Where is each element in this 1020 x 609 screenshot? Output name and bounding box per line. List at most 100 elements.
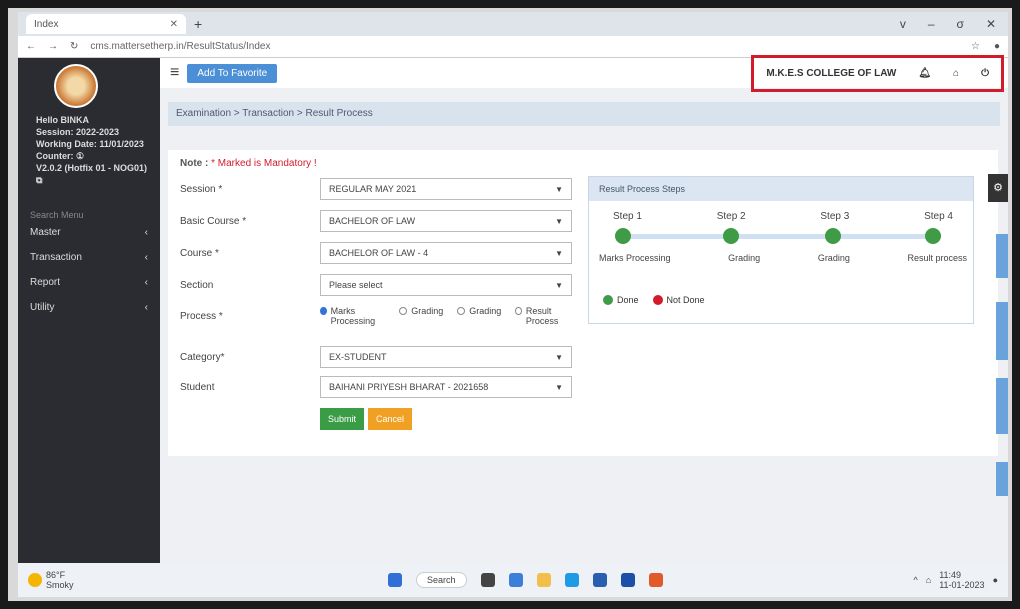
forward-icon[interactable]: → xyxy=(48,41,58,52)
minimize-icon[interactable]: – xyxy=(928,17,935,31)
sync-icon[interactable]: ⧉ xyxy=(18,174,160,186)
maximize-icon[interactable]: σ xyxy=(957,17,964,31)
radio-result-process[interactable]: Result Process xyxy=(515,306,572,326)
weather-text: 86°F Smoky xyxy=(46,570,74,590)
legend-done: Done xyxy=(603,295,639,305)
side-tab-3[interactable] xyxy=(996,378,1008,434)
section-value: Please select xyxy=(329,280,383,290)
section-row: Section Please select ▼ xyxy=(180,274,572,296)
chrome-icon[interactable] xyxy=(648,573,663,587)
step-name: Result process xyxy=(907,253,967,263)
task-view-icon[interactable] xyxy=(480,573,495,587)
bookmark-icon[interactable]: ☆ xyxy=(971,41,980,52)
bell-icon[interactable]: 🔔︎ xyxy=(918,68,931,79)
reload-icon[interactable]: ↻ xyxy=(70,41,78,52)
chevron-left-icon: ‹ xyxy=(144,277,148,288)
chevron-down-icon: ▼ xyxy=(555,248,563,258)
chat-icon[interactable] xyxy=(508,573,523,587)
start-icon[interactable] xyxy=(388,573,402,587)
process-radio-group: Marks Processing Grading Grading Result … xyxy=(320,306,572,326)
sidebar-item-transaction[interactable]: Transaction ‹ xyxy=(18,245,160,270)
step-label: Step 3 xyxy=(820,211,850,222)
legend-label: Not Done xyxy=(666,295,705,305)
app-body: Hello BINKA Session: 2022-2023 Working D… xyxy=(18,54,1008,563)
home-icon[interactable]: ⌂ xyxy=(953,68,959,79)
store-icon[interactable] xyxy=(592,573,607,587)
basic-course-row: Basic Course * BACHELOR OF LAW ▼ xyxy=(180,210,572,232)
basic-course-label: Basic Course * xyxy=(180,215,247,227)
submit-button[interactable]: Submit xyxy=(320,408,365,430)
weather-sun-icon xyxy=(28,573,42,587)
close-tab-icon[interactable]: ✕ xyxy=(170,19,178,30)
side-tab-1[interactable] xyxy=(996,234,1008,278)
side-tab-2[interactable] xyxy=(996,302,1008,360)
chevron-left-icon: ‹ xyxy=(144,252,148,263)
college-header: M.K.E.S COLLEGE OF LAW 🔔︎ ⌂ ⏻ xyxy=(751,54,1004,92)
hamburger-icon[interactable]: ≡ xyxy=(170,64,179,82)
done-dot-icon xyxy=(603,295,613,305)
taskbar-apps: Search xyxy=(388,572,663,588)
browser-tabbar: Index ✕ + v – σ ✕ xyxy=(18,12,1008,36)
step-name: Grading xyxy=(728,253,761,263)
clock-time: 11:49 xyxy=(939,570,962,580)
session-label: Session * xyxy=(180,183,223,195)
radio-grading[interactable]: Grading xyxy=(399,306,443,326)
step-name: Grading xyxy=(817,253,850,263)
session-select[interactable]: REGULAR MAY 2021 ▼ xyxy=(320,178,572,200)
sidebar-search-menu[interactable]: Search Menu xyxy=(18,210,160,220)
section-select[interactable]: Please select ▼ xyxy=(320,274,572,296)
student-value: BAIHANI PRIYESH BHARAT - 2021658 xyxy=(329,382,489,392)
cancel-button[interactable]: Cancel xyxy=(368,408,413,430)
sidebar-item-label: Master xyxy=(30,227,61,238)
result-process-card: Note : * Marked is Mandatory ! Session *… xyxy=(168,150,998,456)
college-name: M.K.E.S COLLEGE OF LAW xyxy=(766,67,897,79)
note-prefix: Note : xyxy=(180,158,212,169)
close-window-icon[interactable]: ✕ xyxy=(986,17,996,31)
sidebar-item-report[interactable]: Report ‹ xyxy=(18,270,160,295)
tray-chevron-icon[interactable]: ^ xyxy=(914,575,918,585)
word-icon[interactable] xyxy=(620,573,635,587)
side-tab-4[interactable] xyxy=(996,462,1008,496)
edge-icon[interactable] xyxy=(564,573,579,587)
radio-grading-2[interactable]: Grading xyxy=(457,306,501,326)
chevron-left-icon: ‹ xyxy=(144,302,148,313)
student-row: Student BAIHANI PRIYESH BHARAT - 2021658… xyxy=(180,376,572,398)
radio-marks-processing[interactable]: Marks Processing xyxy=(320,306,385,326)
add-to-favorite-button[interactable]: Add To Favorite xyxy=(187,63,278,83)
network-icon[interactable]: ⌂ xyxy=(926,575,931,585)
tab-search-icon[interactable]: v xyxy=(900,17,906,31)
sidebar-item-label: Report xyxy=(30,277,61,288)
category-select[interactable]: EX-STUDENT ▼ xyxy=(320,346,572,368)
student-select[interactable]: BAIHANI PRIYESH BHARAT - 2021658 ▼ xyxy=(320,376,572,398)
steps-legend: Done Not Done xyxy=(603,295,705,305)
mandatory-note: Note : * Marked is Mandatory ! xyxy=(180,158,317,169)
settings-gear-icon[interactable]: ⚙ xyxy=(988,174,1008,202)
browser-tab[interactable]: Index ✕ xyxy=(26,14,186,34)
power-icon[interactable]: ⏻ xyxy=(981,68,989,79)
notification-icon[interactable]: ● xyxy=(993,575,998,585)
radio-label: Grading xyxy=(411,306,444,316)
category-value: EX-STUDENT xyxy=(329,352,387,362)
basic-course-select[interactable]: BACHELOR OF LAW ▼ xyxy=(320,210,572,232)
back-icon[interactable]: ← xyxy=(26,41,36,52)
category-row: Category* EX-STUDENT ▼ xyxy=(180,346,572,368)
form-actions: Submit Cancel xyxy=(320,408,413,430)
step-names: Marks Processing Grading Grading Result … xyxy=(599,253,967,263)
clock[interactable]: 11:49 11-01-2023 xyxy=(939,570,984,590)
step-label: Step 2 xyxy=(716,211,746,222)
profile-icon[interactable]: ● xyxy=(994,41,1000,52)
student-label: Student xyxy=(180,381,215,393)
result-process-steps-panel: Result Process Steps Step 1 Step 2 Step … xyxy=(588,176,974,324)
new-tab-icon[interactable]: + xyxy=(194,16,202,32)
session-row: Session * REGULAR MAY 2021 ▼ xyxy=(180,178,572,200)
weather-widget[interactable]: 86°F Smoky xyxy=(28,570,74,590)
sidebar-item-label: Utility xyxy=(30,302,55,313)
course-select[interactable]: BACHELOR OF LAW - 4 ▼ xyxy=(320,242,572,264)
url-field[interactable]: cms.mattersetherp.in/ResultStatus/Index xyxy=(90,41,270,52)
sidebar-item-utility[interactable]: Utility ‹ xyxy=(18,295,160,320)
sidebar-item-master[interactable]: Master ‹ xyxy=(18,220,160,245)
taskbar-search[interactable]: Search xyxy=(416,572,467,588)
radio-unchecked-icon xyxy=(457,307,466,315)
file-explorer-icon[interactable] xyxy=(536,573,551,587)
legend-not-done: Not Done xyxy=(652,295,705,305)
